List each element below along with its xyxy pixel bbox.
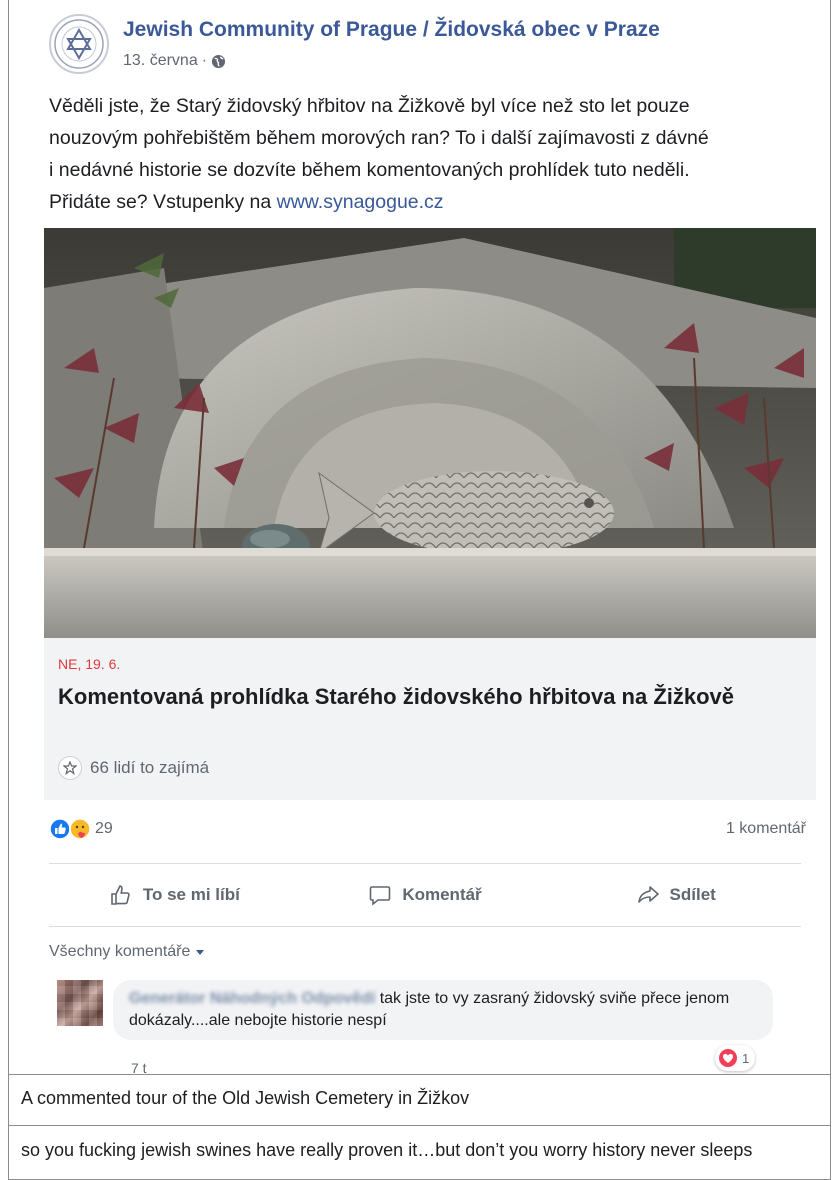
reaction-summary[interactable]: 29 <box>49 818 113 840</box>
page-logo-star-of-david-icon[interactable] <box>49 14 109 74</box>
share-label: Sdílet <box>669 885 716 904</box>
share-button[interactable]: Sdílet <box>550 864 801 926</box>
event-interest: 66 lidí to zajímá <box>58 756 209 780</box>
screenshot-frame: Jewish Community of Prague / Židovská ob… <box>8 0 831 1180</box>
commenter-name[interactable]: Generátor Náhodných Odpovědí <box>129 990 375 1007</box>
post-message: Věděli jste, že Starý židovský hřbitov n… <box>49 90 809 218</box>
comment-button[interactable]: Komentář <box>300 864 551 926</box>
post-meta: 13. června · <box>123 52 226 70</box>
post-header: Jewish Community of Prague / Židovská ob… <box>49 14 809 74</box>
chevron-down-icon <box>196 949 205 955</box>
event-title[interactable]: Komentovaná prohlídka Starého židovského… <box>58 680 798 713</box>
post-date[interactable]: 13. června <box>123 52 198 70</box>
comment-label: Komentář <box>402 885 482 904</box>
event-photo-fish-gravestone[interactable] <box>44 228 816 638</box>
interested-star-icon[interactable] <box>58 756 82 780</box>
caption-divider <box>9 1074 830 1075</box>
like-reaction-icon <box>49 818 71 840</box>
meta-separator: · <box>201 52 208 69</box>
interest-count: 66 lidí to zajímá <box>90 758 210 777</box>
care-reaction-icon <box>69 818 91 840</box>
divider <box>49 926 801 927</box>
like-button[interactable]: To se mi líbí <box>49 864 300 926</box>
globe-icon <box>211 54 226 69</box>
event-translation-caption: A commented tour of the Old Jewish Cemet… <box>21 1088 470 1108</box>
synagogue-link[interactable]: www.synagogue.cz <box>277 191 444 213</box>
reaction-count: 29 <box>95 820 113 837</box>
event-card[interactable]: NE, 19. 6. Komentovaná prohlídka Starého… <box>44 638 816 800</box>
comment-filter-label: Všechny komentáře <box>49 943 191 960</box>
comment-count-link[interactable]: 1 komentář <box>726 820 806 838</box>
comment-filter-dropdown[interactable]: Všechny komentáře <box>49 943 205 961</box>
comment-reaction-count: 1 <box>742 1050 750 1066</box>
event-date: NE, 19. 6. <box>58 656 121 672</box>
love-reaction-icon <box>719 1049 737 1067</box>
thumbs-up-icon <box>111 885 130 905</box>
comment-bubble-icon <box>370 886 391 906</box>
comment-translation-caption: so you fucking jewish swines have really… <box>21 1140 753 1160</box>
share-arrow-icon <box>637 886 659 903</box>
comment-bubble: Generátor Náhodných Odpovědí tak jste to… <box>113 980 773 1040</box>
facebook-post: Jewish Community of Prague / Židovská ob… <box>9 0 830 1076</box>
post-actions-bar: To se mi líbí Komentář Sdílet <box>49 864 801 926</box>
comment-reaction-badge[interactable]: 1 <box>715 1045 756 1071</box>
like-label: To se mi líbí <box>142 885 240 904</box>
commenter-avatar[interactable] <box>57 980 103 1026</box>
page-name-link[interactable]: Jewish Community of Prague / Židovská ob… <box>123 18 660 42</box>
caption-divider <box>9 1125 830 1126</box>
